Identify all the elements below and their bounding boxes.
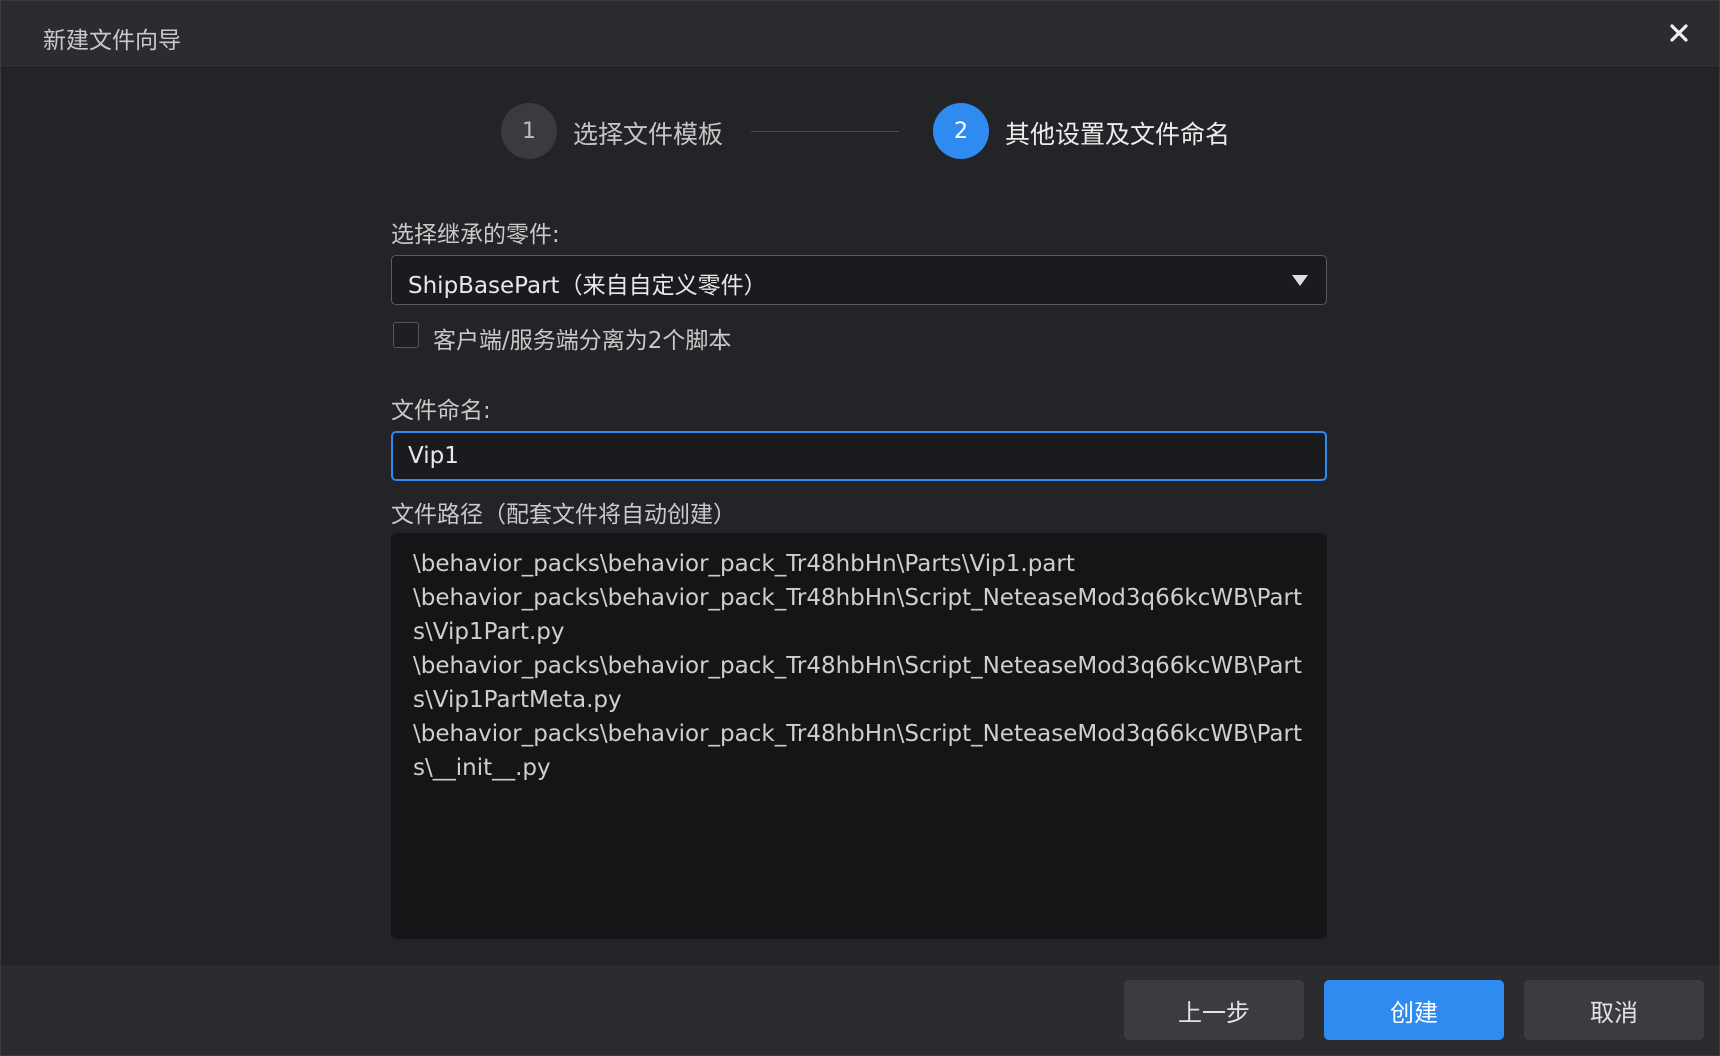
previous-step-button[interactable]: 上一步 [1124,980,1304,1040]
file-path-item: \behavior_packs\behavior_pack_Tr48hbHn\P… [413,551,1075,577]
split-scripts-checkbox[interactable] [393,322,419,348]
create-button[interactable]: 创建 [1324,980,1504,1040]
chevron-down-icon [1292,275,1308,286]
step-2-label: 其他设置及文件命名 [1005,120,1231,149]
dialog-title: 新建文件向导 [43,28,181,54]
dialog-footer: 上一步 创建 取消 [1,965,1719,1055]
close-button[interactable] [1661,15,1697,51]
step-1-label: 选择文件模板 [573,120,724,149]
file-path-item: \behavior_packs\behavior_pack_Tr48hbHn\S… [413,653,1303,713]
new-file-wizard-dialog: 新建文件向导 1 选择文件模板 2 其他设置及文件命名 选择继承的零件: Shi… [0,0,1720,1056]
file-path-item: \behavior_packs\behavior_pack_Tr48hbHn\S… [413,585,1303,645]
title-bar: 新建文件向导 [1,1,1719,68]
inherit-part-label: 选择继承的零件: [391,222,560,248]
cancel-button[interactable]: 取消 [1524,980,1704,1040]
split-scripts-label: 客户端/服务端分离为2个脚本 [433,328,732,354]
inherit-part-select[interactable]: ShipBasePart（来自自定义零件） [391,255,1327,305]
file-path-label: 文件路径（配套文件将自动创建） [391,502,736,528]
wizard-steps: 1 选择文件模板 2 其他设置及文件命名 [1,101,1719,161]
file-name-label: 文件命名: [391,398,491,424]
step-1-circle: 1 [501,103,557,159]
inherit-part-value: ShipBasePart（来自自定义零件） [408,273,767,299]
step-connector [751,131,899,132]
step-2-circle: 2 [933,103,989,159]
close-icon [1670,24,1688,42]
file-path-item: \behavior_packs\behavior_pack_Tr48hbHn\S… [413,721,1303,781]
file-path-list: \behavior_packs\behavior_pack_Tr48hbHn\P… [391,533,1327,939]
file-name-input[interactable] [391,431,1327,481]
